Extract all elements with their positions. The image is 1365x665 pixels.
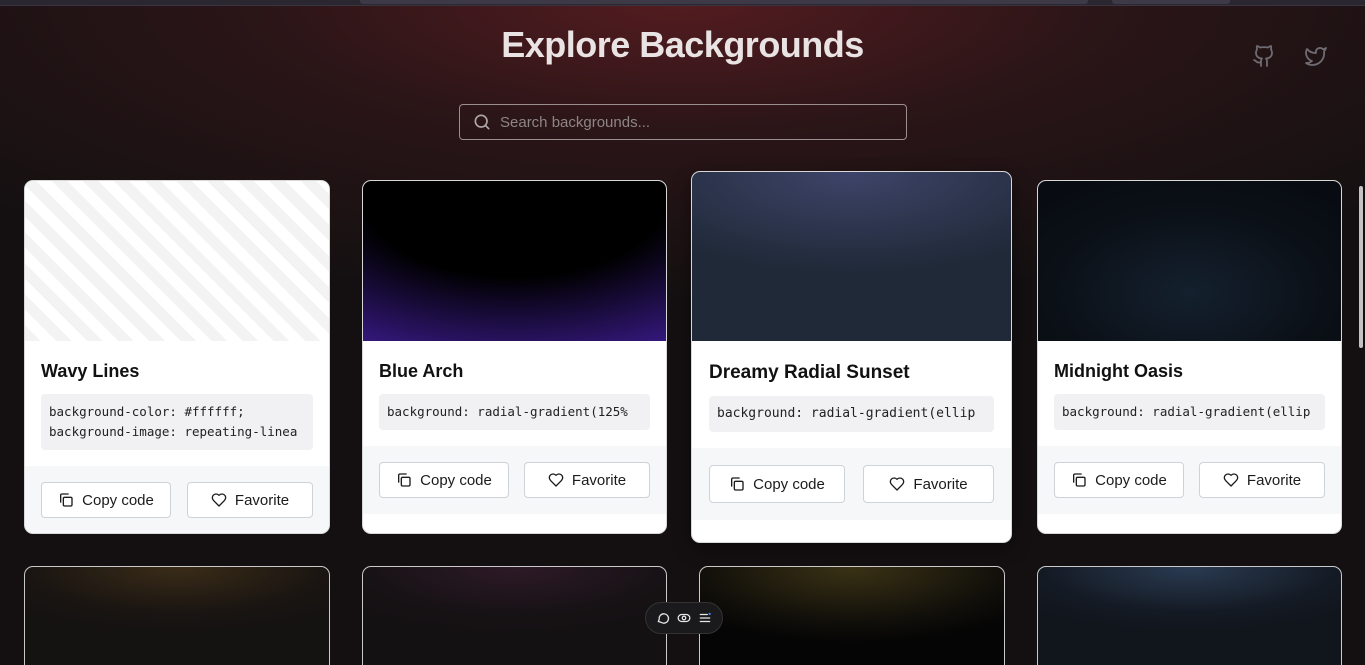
copy-icon	[398, 473, 411, 487]
background-card-blue-arch[interactable]: Blue Arch background: radial-gradient(12…	[362, 180, 667, 534]
scrollbar-thumb[interactable]	[1359, 186, 1363, 348]
favorite-label: Favorite	[571, 471, 627, 489]
copy-code-label: Copy code	[753, 475, 825, 493]
favorite-button[interactable]: Favorite	[524, 462, 650, 498]
code-snippet: background: radial-gradient(ellip	[709, 396, 994, 432]
search-icon	[472, 112, 492, 132]
search-bar[interactable]	[459, 104, 907, 140]
copy-icon	[1073, 473, 1086, 487]
copy-code-button[interactable]: Copy code	[41, 482, 171, 518]
copy-icon	[60, 493, 73, 507]
background-card-preview-partial[interactable]	[24, 566, 330, 665]
favorite-label: Favorite	[913, 475, 968, 493]
copy-code-button[interactable]: Copy code	[379, 462, 509, 498]
copy-code-label: Copy code	[82, 491, 154, 509]
search-input[interactable]	[500, 105, 906, 139]
copy-code-label: Copy code	[420, 471, 492, 489]
card-title: Blue Arch	[379, 361, 464, 381]
heart-icon	[211, 493, 227, 507]
heart-icon	[890, 477, 905, 491]
card-title: Dreamy Radial Sunset	[709, 362, 910, 383]
comment-icon[interactable]	[656, 611, 670, 625]
twitter-icon	[1305, 47, 1327, 66]
browser-top-strip	[0, 0, 1365, 6]
card-preview	[1038, 181, 1341, 341]
background-card-wavy-lines[interactable]: Wavy Lines background-color: #ffffff; ba…	[24, 180, 330, 534]
code-snippet: background: radial-gradient(ellip	[1054, 394, 1325, 430]
copy-icon	[731, 477, 744, 491]
copy-code-label: Copy code	[1095, 471, 1167, 489]
background-card-preview-partial[interactable]	[362, 566, 667, 665]
background-card-preview-partial[interactable]	[699, 566, 1005, 665]
card-preview	[363, 181, 666, 341]
favorite-button[interactable]: Favorite	[1199, 462, 1325, 498]
card-preview	[25, 181, 329, 341]
background-card-midnight-oasis[interactable]: Midnight Oasis background: radial-gradie…	[1037, 180, 1342, 534]
code-snippet: background: radial-gradient(125%	[379, 394, 650, 430]
toggle-icon[interactable]	[677, 611, 691, 625]
card-preview	[692, 172, 1011, 341]
background-card-dreamy-radial-sunset[interactable]: Dreamy Radial Sunset background: radial-…	[691, 171, 1012, 543]
page-title: Explore Backgrounds	[501, 24, 864, 65]
github-icon	[1253, 45, 1273, 67]
code-snippet: background-color: #ffffff; background-im…	[41, 394, 313, 450]
menu-icon[interactable]	[698, 611, 712, 625]
favorite-label: Favorite	[234, 491, 290, 509]
copy-code-button[interactable]: Copy code	[709, 465, 845, 503]
favorite-label: Favorite	[1246, 471, 1302, 489]
github-link[interactable]	[1252, 44, 1276, 68]
card-title: Wavy Lines	[41, 361, 140, 381]
card-title: Midnight Oasis	[1054, 361, 1184, 381]
heart-icon	[1223, 473, 1239, 487]
copy-code-button[interactable]: Copy code	[1054, 462, 1184, 498]
favorite-button[interactable]: Favorite	[187, 482, 313, 518]
favorite-button[interactable]: Favorite	[863, 465, 994, 503]
twitter-link[interactable]	[1304, 44, 1328, 68]
heart-icon	[548, 473, 564, 487]
background-card-preview-partial[interactable]	[1037, 566, 1342, 665]
floating-toolbar	[645, 602, 723, 634]
